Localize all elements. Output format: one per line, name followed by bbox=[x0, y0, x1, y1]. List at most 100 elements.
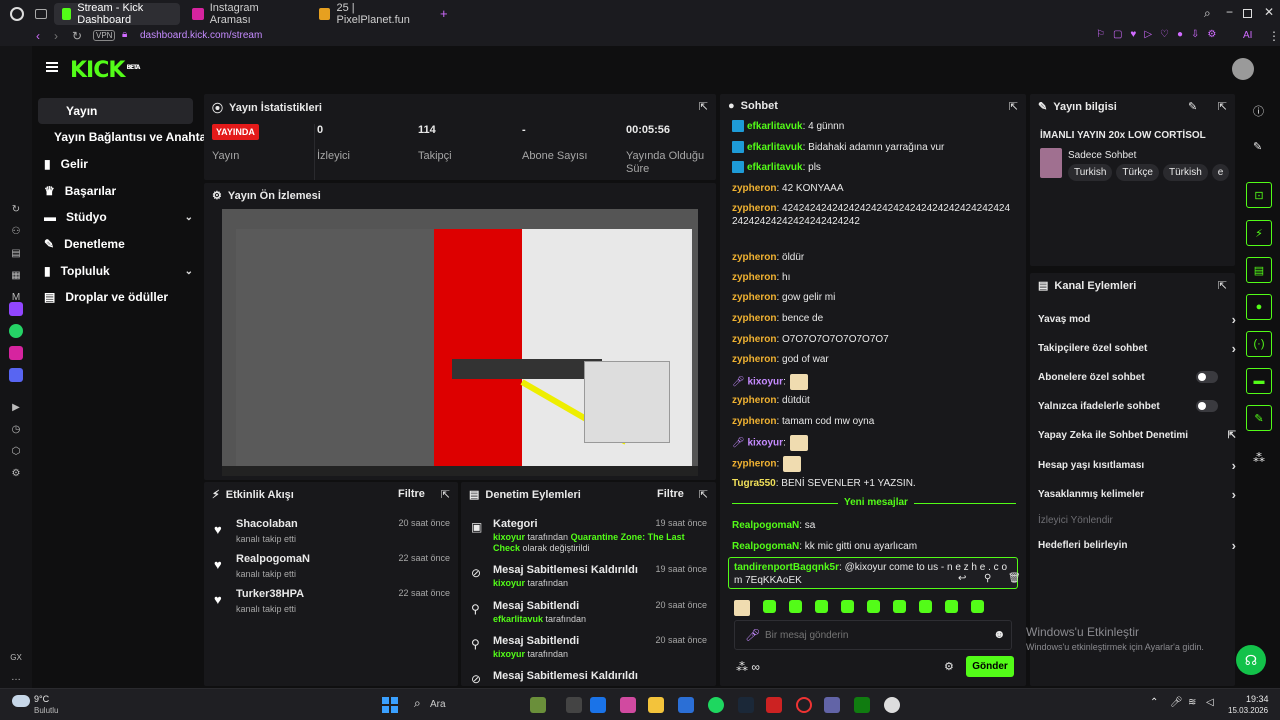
action-slow-mode[interactable]: Yavaş mod › bbox=[1038, 310, 1236, 328]
weather-temp[interactable]: 9°C bbox=[34, 694, 49, 704]
chat-message[interactable]: zypheron: 424242424242424242424242424242… bbox=[732, 202, 1012, 228]
settings-icon[interactable]: ⚙ bbox=[9, 466, 23, 480]
steam-icon[interactable] bbox=[738, 697, 754, 713]
action-banned-words[interactable]: Yasaklanmış kelimeler › bbox=[1038, 485, 1236, 503]
menu-dots-icon[interactable]: ⋮ bbox=[1268, 29, 1280, 43]
chat-message[interactable]: zypheron: O7O7O7O7O7O7O7O7 bbox=[732, 333, 1012, 346]
emote-icon[interactable] bbox=[919, 600, 932, 613]
discord-icon[interactable] bbox=[9, 368, 23, 382]
chat-user[interactable]: zypheron bbox=[732, 272, 776, 283]
tab-instagram[interactable]: Instagram Araması bbox=[184, 2, 308, 26]
nav-basarilar[interactable]: ♛ Başarılar bbox=[38, 178, 193, 204]
nav-denetleme[interactable]: ✎ Denetleme bbox=[38, 231, 193, 257]
chat-user[interactable]: tandirenportBagqnk5r bbox=[734, 562, 839, 573]
chat-message[interactable]: RealpogomaN: sa bbox=[732, 519, 1012, 532]
chat-input-box[interactable]: 🎤︎ ☻ bbox=[734, 620, 1012, 650]
emote-icon[interactable] bbox=[945, 600, 958, 613]
info-icon[interactable]: ⓘ bbox=[1253, 103, 1264, 119]
chat-user[interactable]: RealpogomaN bbox=[732, 541, 799, 552]
avatar[interactable] bbox=[1232, 58, 1254, 80]
game-icon[interactable] bbox=[766, 697, 782, 713]
emote-icon[interactable] bbox=[734, 600, 750, 616]
xbox-icon[interactable] bbox=[854, 697, 870, 713]
opera-gx-icon[interactable] bbox=[796, 697, 812, 713]
gx-label[interactable]: GX bbox=[9, 650, 23, 664]
chat-user[interactable]: efkarlitavuk bbox=[747, 142, 803, 153]
tab-manager-icon[interactable] bbox=[35, 9, 47, 19]
search-tabs-icon[interactable]: ⌕ bbox=[1204, 6, 1211, 21]
reply-icon[interactable]: ↩ bbox=[958, 573, 966, 584]
emote-icon[interactable] bbox=[789, 600, 802, 613]
tab-pixelplanet[interactable]: 25 | PixelPlanet.fun bbox=[311, 2, 435, 26]
chat-message[interactable]: zypheron: gow gelir mi bbox=[732, 291, 1012, 304]
action-account-age[interactable]: Hesap yaşı kısıtlaması › bbox=[1038, 456, 1236, 474]
subs-only-toggle[interactable] bbox=[1196, 371, 1218, 383]
forward-icon[interactable]: › bbox=[54, 29, 58, 43]
chat-message[interactable]: efkarlitavuk: pls bbox=[732, 161, 1012, 174]
instagram-icon[interactable] bbox=[9, 346, 23, 360]
store-icon[interactable] bbox=[678, 697, 694, 713]
close-window-icon[interactable]: ✕ bbox=[1264, 5, 1274, 19]
task-view-icon[interactable] bbox=[566, 697, 582, 713]
chat-user[interactable]: zypheron bbox=[732, 395, 776, 406]
chat-message[interactable]: 🎤︎ kixoyur: bbox=[732, 435, 1012, 451]
mod-user[interactable]: kixoyur bbox=[493, 532, 525, 542]
back-icon[interactable]: ‹ bbox=[36, 29, 40, 43]
action-subs-only[interactable]: Abonelere özel sohbet bbox=[1038, 368, 1228, 386]
mod-user[interactable]: efkarlitavuk bbox=[493, 614, 543, 624]
chat-settings-icon[interactable]: ⚙ bbox=[944, 660, 954, 673]
pin-message-icon[interactable]: ⚲ bbox=[984, 573, 991, 584]
chat-message[interactable]: zypheron: tamam cod mw oyna bbox=[732, 415, 1012, 428]
mod-user[interactable]: kixoyur bbox=[493, 649, 525, 659]
clock-icon[interactable]: ◷ bbox=[9, 422, 23, 436]
chat-input[interactable] bbox=[765, 627, 975, 643]
chat-user[interactable]: Tugra550 bbox=[732, 478, 776, 489]
chat-message[interactable]: zypheron: 42 KONYAAA bbox=[732, 182, 1012, 195]
tag[interactable]: e bbox=[1211, 164, 1230, 181]
chat-user[interactable]: zypheron bbox=[732, 354, 776, 365]
twitch-icon[interactable] bbox=[9, 302, 23, 316]
outlook-icon[interactable] bbox=[590, 697, 606, 713]
url-field[interactable]: dashboard.kick.com/stream bbox=[140, 30, 262, 41]
quick-action-7-icon[interactable]: ✎ bbox=[1246, 405, 1272, 431]
highlighted-chat-message[interactable]: tandirenportBagqnk5r: @kixoyur come to u… bbox=[728, 557, 1018, 589]
chat-user[interactable]: zypheron bbox=[732, 292, 776, 303]
taskbar-search[interactable]: Ara bbox=[430, 699, 446, 710]
nav-gelir[interactable]: ▮ Gelir bbox=[38, 151, 193, 177]
app-icon[interactable] bbox=[530, 697, 546, 713]
nav-topluluk[interactable]: ▮ Topluluk ⌄ bbox=[38, 258, 193, 284]
chat-user[interactable]: zypheron bbox=[732, 334, 776, 345]
delete-icon[interactable]: 🗑︎ bbox=[1008, 573, 1021, 584]
chat-user[interactable]: zypheron bbox=[732, 203, 776, 214]
action-set-goals[interactable]: Hedefleri belirleyin › bbox=[1038, 536, 1236, 554]
activity-filter-button[interactable]: Filtre bbox=[398, 488, 425, 500]
chat-user[interactable]: kixoyur bbox=[747, 377, 783, 388]
edit-icon[interactable]: ✎ bbox=[1188, 100, 1197, 113]
cube-icon[interactable]: ⬡ bbox=[9, 444, 23, 458]
emote-icon[interactable] bbox=[867, 600, 880, 613]
kick-logo[interactable]: KICK BETA bbox=[70, 58, 140, 83]
popout-icon[interactable]: ⇱ bbox=[1218, 279, 1227, 292]
quick-action-5-icon[interactable]: (·) bbox=[1246, 331, 1272, 357]
tab-kick-dashboard[interactable]: Stream - Kick Dashboard bbox=[54, 2, 180, 26]
quick-action-6-icon[interactable]: ▬ bbox=[1246, 368, 1272, 394]
tag[interactable]: Turkish bbox=[1068, 164, 1113, 181]
chat-user[interactable]: zypheron bbox=[732, 459, 776, 470]
emote-icon[interactable] bbox=[763, 600, 776, 613]
emote-icon[interactable] bbox=[841, 600, 854, 613]
chat-user[interactable]: efkarlitavuk bbox=[747, 121, 803, 132]
emotes-only-toggle[interactable] bbox=[1196, 400, 1218, 412]
aria-icon[interactable]: ⚇ bbox=[9, 224, 23, 238]
send-button[interactable]: Gönder bbox=[966, 656, 1014, 677]
spotify-icon[interactable] bbox=[708, 697, 724, 713]
stream-preview-frame[interactable] bbox=[222, 209, 698, 476]
tag[interactable]: Türkish bbox=[1162, 164, 1208, 181]
quick-action-4-icon[interactable]: ● bbox=[1246, 294, 1272, 320]
chat-user[interactable]: RealpogomaN bbox=[732, 520, 799, 531]
ai-button[interactable]: AI bbox=[1243, 30, 1252, 41]
pencil-icon[interactable]: ✎ bbox=[1253, 140, 1262, 153]
player-icon[interactable]: ▶ bbox=[9, 400, 23, 414]
nav-yayin[interactable]: Yayın bbox=[38, 98, 193, 124]
nav-stream-key[interactable]: Yayın Bağlantısı ve Anahtarı bbox=[48, 124, 218, 150]
teams-icon[interactable] bbox=[824, 697, 840, 713]
